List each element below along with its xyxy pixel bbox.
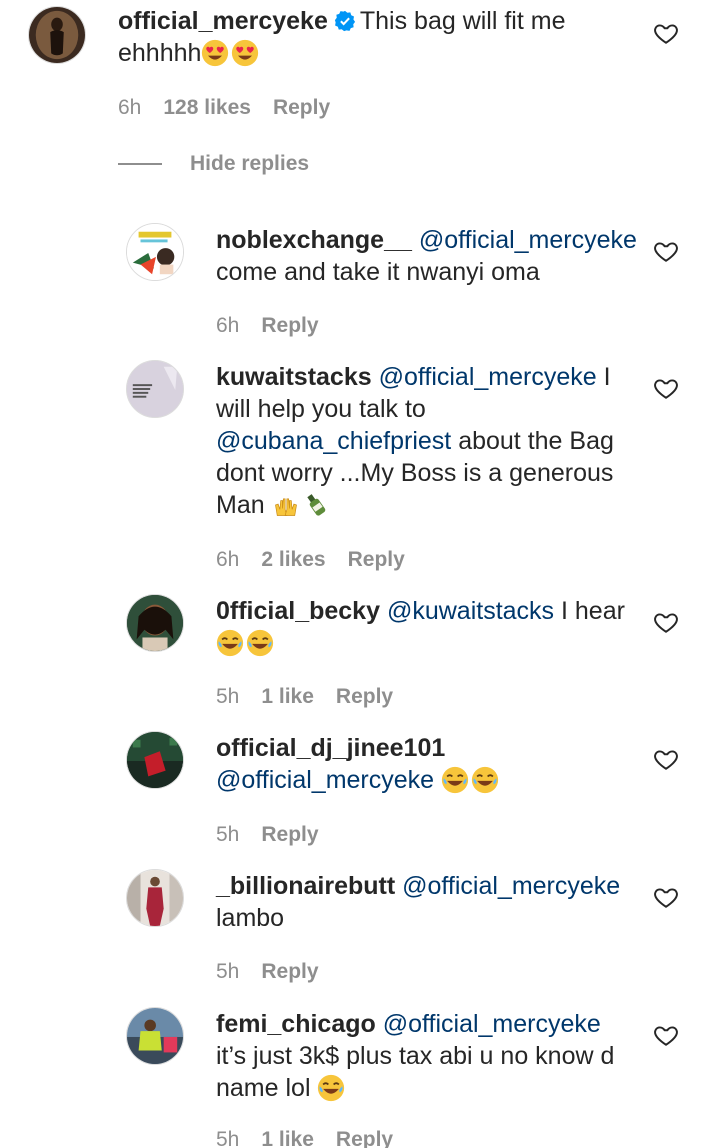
timestamp: 6h <box>216 314 240 337</box>
comment-text: kuwaitstacks @official_mercyeke I will h… <box>216 361 646 521</box>
tears-of-joy-emoji-icon <box>246 629 274 657</box>
mention-link[interactable]: @official_mercyeke <box>402 872 620 900</box>
comment-body: come and take it nwanyi oma <box>216 258 540 286</box>
timestamp: 6h <box>216 548 240 571</box>
divider-line <box>118 163 162 165</box>
avatar[interactable] <box>126 731 184 789</box>
mention-link[interactable]: @cubana_chiefpriest <box>216 427 451 455</box>
avatar[interactable] <box>126 594 184 652</box>
reply-button[interactable]: Reply <box>261 959 318 985</box>
username[interactable]: noblexchange__ <box>216 226 412 254</box>
mention-link[interactable]: @official_mercyeke <box>379 363 597 391</box>
bottle-emoji-icon <box>302 491 330 519</box>
heart-icon[interactable] <box>653 884 679 910</box>
reply-button[interactable]: Reply <box>348 547 405 573</box>
comment-text: femi_chicago @official_mercyeke it’s jus… <box>216 1008 656 1104</box>
hide-replies-label: Hide replies <box>190 152 310 175</box>
likes-count[interactable]: 128 likes <box>163 95 251 121</box>
comment-text: official_dj_jinee101 @official_mercyeke <box>216 732 646 796</box>
comment-body: Man <box>216 491 265 519</box>
mention-link[interactable]: @official_mercyeke <box>383 1010 601 1038</box>
reply-button[interactable]: Reply <box>336 1127 393 1148</box>
mention-link[interactable]: @kuwaitstacks <box>387 597 554 625</box>
heart-eyes-emoji-icon <box>201 39 229 67</box>
comment-text: _billionairebutt @official_mercyeke lamb… <box>216 870 646 934</box>
comment-text: noblexchange__ @official_mercyeke come a… <box>216 224 646 288</box>
username[interactable]: kuwaitstacks <box>216 363 372 391</box>
tears-of-joy-emoji-icon <box>471 766 499 794</box>
reply-button[interactable]: Reply <box>261 313 318 339</box>
heart-icon[interactable] <box>653 20 679 46</box>
heart-icon[interactable] <box>653 238 679 264</box>
heart-icon[interactable] <box>653 746 679 772</box>
comment-text: 0fficial_becky @kuwaitstacks I hear <box>216 595 646 659</box>
comment-body: dont worry ...My Boss is a generous <box>216 459 614 487</box>
avatar[interactable] <box>126 1007 184 1065</box>
timestamp: 5h <box>216 685 240 708</box>
comment-meta: 6h 2 likes Reply <box>216 547 405 573</box>
username[interactable]: official_mercyeke <box>118 7 328 35</box>
reply-button[interactable]: Reply <box>336 684 393 710</box>
username[interactable]: official_dj_jinee101 <box>216 734 445 762</box>
comment-body: I hear <box>554 597 625 625</box>
mention-link[interactable]: @official_mercyeke <box>216 766 434 794</box>
username[interactable]: _billionairebutt <box>216 872 395 900</box>
tears-of-joy-emoji-icon <box>216 629 244 657</box>
username[interactable]: 0fficial_becky <box>216 597 380 625</box>
hide-replies-button[interactable]: Hide replies <box>118 152 309 176</box>
comment-body: about the Bag <box>451 427 614 455</box>
avatar[interactable] <box>126 869 184 927</box>
reply-button[interactable]: Reply <box>273 95 330 121</box>
verified-badge-icon <box>334 10 355 32</box>
comment-text: official_mercyeke This bag will fit me eh… <box>118 5 588 69</box>
timestamp: 5h <box>216 823 240 846</box>
comment-meta: 5h Reply <box>216 822 319 848</box>
likes-count[interactable]: 2 likes <box>261 547 325 573</box>
comment-body: it’s just 3k$ plus tax abi u no know d <box>216 1042 615 1070</box>
likes-count[interactable]: 1 like <box>261 684 314 710</box>
heart-icon[interactable] <box>653 1022 679 1048</box>
comment-meta: 6h 128 likes Reply <box>118 95 330 121</box>
likes-count[interactable]: 1 like <box>261 1127 314 1148</box>
comment-body: lambo <box>216 904 285 932</box>
avatar[interactable] <box>28 6 86 64</box>
comment-meta: 5h 1 like Reply <box>216 684 393 710</box>
username[interactable]: femi_chicago <box>216 1010 376 1038</box>
heart-icon[interactable] <box>653 609 679 635</box>
avatar[interactable] <box>126 360 184 418</box>
comment-meta: 6h Reply <box>216 313 319 339</box>
mention-link[interactable]: @official_mercyeke <box>419 226 637 254</box>
comment-meta: 5h 1 like Reply <box>216 1127 393 1148</box>
heart-eyes-emoji-icon <box>231 39 259 67</box>
comment-body-line2: ehhhhh <box>118 39 202 67</box>
comment-body: name lol <box>216 1074 311 1102</box>
comment-body-line1: This bag will fit me <box>359 7 566 35</box>
raised-hands-emoji-icon <box>272 491 300 519</box>
heart-icon[interactable] <box>653 375 679 401</box>
timestamp: 6h <box>118 96 142 119</box>
comment-body: will help you talk to <box>216 395 426 423</box>
comment-meta: 5h Reply <box>216 959 319 985</box>
timestamp: 5h <box>216 960 240 983</box>
reply-button[interactable]: Reply <box>261 822 318 848</box>
tears-of-joy-emoji-icon <box>317 1074 345 1102</box>
timestamp: 5h <box>216 1128 240 1148</box>
avatar[interactable] <box>126 223 184 281</box>
tears-of-joy-emoji-icon <box>441 766 469 794</box>
comment-body: I <box>596 363 611 391</box>
